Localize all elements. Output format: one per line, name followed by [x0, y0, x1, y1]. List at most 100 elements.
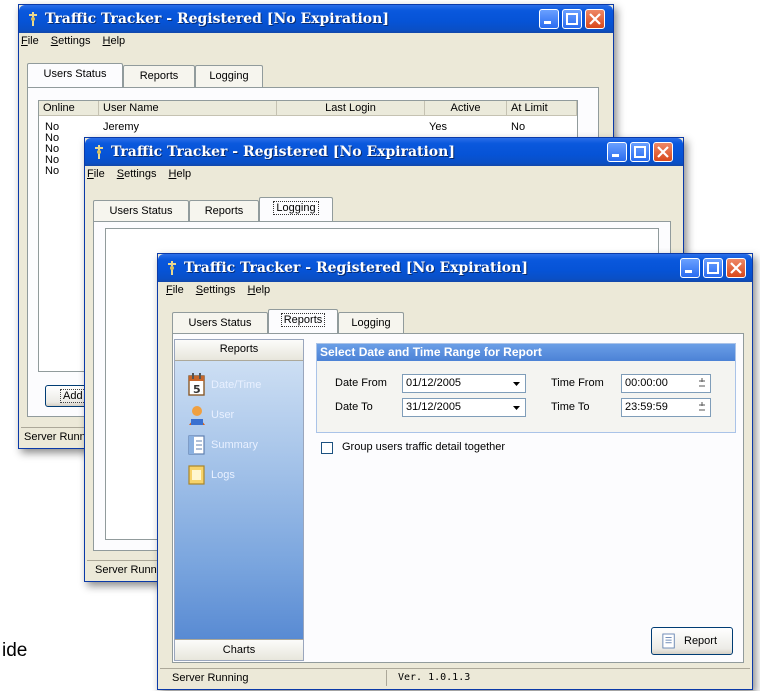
menu-help[interactable]: Help — [169, 168, 192, 180]
report-icon — [662, 633, 675, 649]
menu-settings[interactable]: Settings — [51, 35, 91, 47]
tab-label: Reports — [139, 70, 179, 82]
date-to-value: 31/12/2005 — [406, 401, 462, 413]
menu-help[interactable]: Help — [248, 284, 271, 296]
version-text: Ver. 1.0.1.3 — [398, 672, 471, 683]
tab-label: Users Status — [188, 317, 252, 329]
report-button-label: Report — [684, 635, 718, 647]
tab-logging[interactable]: Logging — [259, 197, 333, 221]
minimize-icon — [685, 270, 692, 273]
menu-settings[interactable]: Settings — [117, 168, 157, 180]
report-button[interactable]: Report — [651, 627, 733, 655]
tab-reports[interactable]: Reports — [268, 309, 338, 333]
status-bar: Server Running Ver. 1.0.1.3 — [160, 668, 750, 687]
maximize-button[interactable] — [562, 9, 582, 29]
col-at-limit[interactable]: At Limit — [507, 101, 577, 116]
background-text: ide — [2, 640, 28, 661]
minimize-button[interactable] — [680, 258, 700, 278]
tab-logging[interactable]: Logging — [338, 312, 404, 334]
tab-label: Users Status — [43, 68, 107, 80]
minimize-icon — [612, 154, 619, 157]
row-user-name: Jeremy — [103, 121, 140, 133]
date-to-picker[interactable]: 31/12/2005 — [402, 398, 526, 417]
tab-logging[interactable]: Logging — [195, 65, 263, 87]
window-title: Traffic Tracker - Registered [No Expirat… — [184, 260, 528, 276]
close-button[interactable] — [653, 142, 673, 162]
col-active[interactable]: Active — [425, 101, 507, 116]
logs-icon — [188, 465, 205, 485]
tab-users-status[interactable]: Users Status — [93, 200, 189, 222]
date-to-label: Date To — [335, 401, 373, 413]
menu-bar: File Settings Help — [87, 168, 203, 186]
time-to-spinner[interactable]: 23:59:59 — [621, 398, 711, 417]
reports-window: Traffic Tracker - Registered [No Expirat… — [157, 253, 753, 690]
maximize-icon — [566, 13, 578, 25]
window-title: Traffic Tracker - Registered [No Expirat… — [111, 144, 455, 160]
time-to-value: 23:59:59 — [625, 401, 668, 413]
tab-reports[interactable]: Reports — [189, 200, 259, 222]
status-text: Server Running — [172, 672, 249, 684]
close-icon — [657, 146, 669, 158]
close-button[interactable] — [585, 9, 605, 29]
menu-file[interactable]: File — [87, 168, 105, 180]
group-users-checkbox[interactable] — [321, 442, 333, 454]
row-at-limit: No — [511, 121, 526, 133]
dropdown-arrow-icon[interactable] — [509, 376, 524, 391]
tab-label: Logging — [351, 317, 391, 329]
date-from-label: Date From — [335, 377, 387, 389]
row-active: Yes — [429, 121, 447, 133]
minimize-button[interactable] — [539, 9, 559, 29]
title-bar[interactable]: Traffic Tracker - Registered [No Expirat… — [158, 254, 752, 282]
summary-icon — [188, 435, 205, 455]
tab-users-status[interactable]: Users Status — [27, 63, 123, 87]
maximize-icon — [707, 262, 719, 274]
tab-reports[interactable]: Reports — [123, 65, 195, 87]
time-to-label: Time To — [551, 401, 590, 413]
tab-label: Reports — [204, 205, 244, 217]
col-user-name[interactable]: User Name — [99, 101, 277, 116]
tab-users-status[interactable]: Users Status — [172, 312, 268, 334]
window-title: Traffic Tracker - Registered [No Expirat… — [45, 11, 389, 27]
svg-text:5: 5 — [193, 383, 201, 396]
sidebar-header[interactable]: Reports — [175, 340, 303, 361]
spinner-arrows-icon[interactable] — [695, 400, 709, 415]
nav-label: Logs — [211, 469, 235, 481]
close-icon — [730, 262, 742, 274]
close-icon — [589, 13, 601, 25]
status-text: Server Runn — [95, 564, 157, 576]
col-last-login[interactable]: Last Login — [277, 101, 425, 116]
sidebar-footer-charts[interactable]: Charts — [175, 639, 303, 660]
app-icon — [95, 145, 103, 159]
user-icon — [189, 406, 205, 425]
date-from-picker[interactable]: 01/12/2005 — [402, 374, 526, 393]
minimize-button[interactable] — [607, 142, 627, 162]
menu-settings[interactable]: Settings — [196, 284, 236, 296]
maximize-icon — [634, 146, 646, 158]
spinner-arrows-icon[interactable] — [695, 376, 709, 391]
reports-sidebar: Reports 5 Date/Time User Summary Logs Ch… — [174, 339, 304, 661]
menu-file[interactable]: File — [21, 35, 39, 47]
menu-bar: File Settings Help — [21, 35, 137, 53]
title-bar[interactable]: Traffic Tracker - Registered [No Expirat… — [19, 5, 613, 33]
date-time-group: Select Date and Time Range for Report Da… — [316, 343, 736, 433]
menu-file[interactable]: File — [166, 284, 184, 296]
tab-label: Users Status — [109, 205, 173, 217]
dropdown-arrow-icon[interactable] — [509, 400, 524, 415]
row-online: No — [45, 165, 60, 177]
group-title: Select Date and Time Range for Report — [317, 344, 735, 361]
calendar-icon: 5 — [188, 373, 205, 396]
time-from-label: Time From — [551, 377, 604, 389]
nav-label: User — [211, 409, 235, 421]
title-bar[interactable]: Traffic Tracker - Registered [No Expirat… — [85, 138, 683, 166]
time-from-spinner[interactable]: 00:00:00 — [621, 374, 711, 393]
maximize-button[interactable] — [703, 258, 723, 278]
nav-label: Summary — [211, 439, 259, 451]
menu-help[interactable]: Help — [103, 35, 126, 47]
close-button[interactable] — [726, 258, 746, 278]
tab-label: Reports — [280, 313, 326, 327]
group-users-label: Group users traffic detail together — [342, 441, 506, 453]
maximize-button[interactable] — [630, 142, 650, 162]
col-online[interactable]: Online — [39, 101, 99, 116]
time-from-value: 00:00:00 — [625, 377, 668, 389]
status-divider — [386, 670, 387, 686]
